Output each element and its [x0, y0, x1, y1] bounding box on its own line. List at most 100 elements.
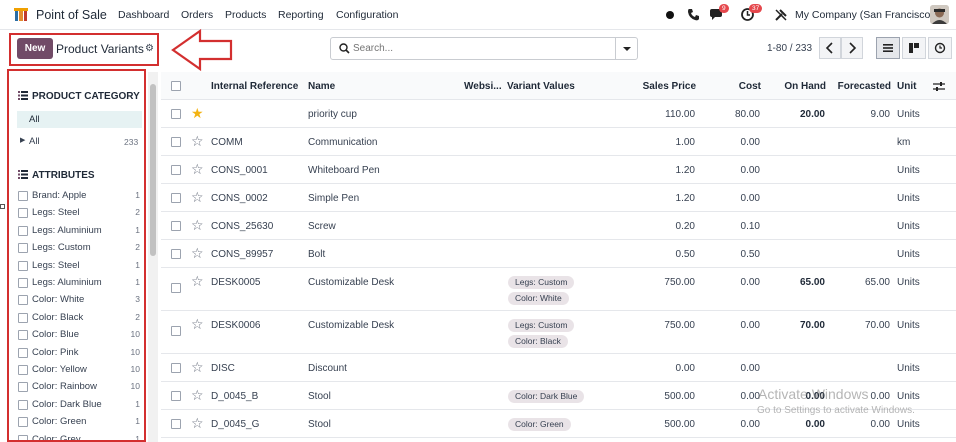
menu-configuration[interactable]: Configuration	[336, 9, 398, 21]
column-name[interactable]: Name	[308, 81, 335, 92]
table-row[interactable]: ☆ DESK0006 Customizable Desk 750.00 0.00 70.0…	[161, 311, 956, 354]
select-all-checkbox[interactable]	[171, 81, 181, 91]
favorite-star-icon[interactable]: ☆	[191, 134, 204, 148]
favorite-star-icon[interactable]: ★	[191, 106, 204, 120]
pager-previous-button[interactable]	[819, 37, 841, 59]
cell-sales-price[interactable]: 1.00	[631, 137, 695, 148]
activity-view-button[interactable]	[928, 37, 952, 59]
app-name[interactable]: Point of Sale	[36, 8, 107, 22]
cell-name[interactable]: Customizable Desk	[308, 277, 394, 288]
row-checkbox[interactable]	[171, 283, 181, 293]
cell-internal-reference[interactable]: COMM	[211, 137, 243, 148]
search-options-toggle[interactable]	[615, 38, 637, 59]
column-website[interactable]: Websi...	[464, 81, 502, 92]
cell-sales-price[interactable]: 500.00	[631, 419, 695, 430]
menu-orders[interactable]: Orders	[181, 9, 213, 21]
cell-on-hand[interactable]: 70.00	[771, 320, 825, 331]
cell-name[interactable]: Screw	[308, 221, 336, 232]
column-sales-price[interactable]: Sales Price	[631, 81, 696, 92]
cell-name[interactable]: priority cup	[308, 109, 357, 120]
table-row[interactable]: ☆ CONS_0002 Simple Pen 1.20 0.00 Units	[161, 184, 956, 212]
cell-name[interactable]: Simple Pen	[308, 193, 359, 204]
row-checkbox[interactable]	[171, 249, 181, 259]
cell-internal-reference[interactable]: CONS_89957	[211, 249, 273, 260]
cell-name[interactable]: Discount	[308, 363, 347, 374]
cell-cost[interactable]: 0.00	[711, 137, 760, 148]
cell-internal-reference[interactable]: DESK0005	[211, 277, 260, 288]
cell-forecasted[interactable]: 70.00	[831, 320, 890, 331]
row-checkbox[interactable]	[171, 326, 181, 336]
row-checkbox[interactable]	[171, 109, 181, 119]
menu-reporting[interactable]: Reporting	[278, 9, 324, 21]
cell-unit[interactable]: Units	[897, 193, 920, 204]
kanban-view-button[interactable]	[902, 37, 926, 59]
cell-sales-price[interactable]: 0.20	[631, 221, 695, 232]
cell-internal-reference[interactable]: D_0045_G	[211, 419, 259, 430]
cell-cost[interactable]: 0.00	[711, 277, 760, 288]
cell-cost[interactable]: 0.00	[711, 193, 760, 204]
favorite-star-icon[interactable]: ☆	[191, 416, 204, 430]
favorite-star-icon[interactable]: ☆	[191, 317, 204, 331]
cell-cost[interactable]: 0.00	[711, 320, 760, 331]
cell-name[interactable]: Bolt	[308, 249, 325, 260]
cell-forecasted[interactable]: 65.00	[831, 277, 890, 288]
table-row[interactable]: ☆ CONS_0001 Whiteboard Pen 1.20 0.00 Units	[161, 156, 956, 184]
column-cost[interactable]: Cost	[711, 81, 761, 92]
resize-handle[interactable]	[0, 204, 5, 209]
cell-unit[interactable]: Units	[897, 363, 920, 374]
cell-unit[interactable]: Units	[897, 391, 920, 402]
cell-cost[interactable]: 80.00	[711, 109, 760, 120]
cell-sales-price[interactable]: 0.50	[631, 249, 695, 260]
phone-icon[interactable]	[687, 8, 699, 22]
table-row[interactable]: ☆ CONS_25630 Screw 0.20 0.10 Units	[161, 212, 956, 240]
favorite-star-icon[interactable]: ☆	[191, 274, 204, 288]
cell-unit[interactable]: Units	[897, 419, 920, 430]
table-row[interactable]: ☆ DESK0005 Customizable Desk 750.00 0.00 65.0…	[161, 268, 956, 311]
cell-cost[interactable]: 0.50	[711, 249, 760, 260]
favorite-star-icon[interactable]: ☆	[191, 360, 204, 374]
cell-name[interactable]: Communication	[308, 137, 377, 148]
menu-products[interactable]: Products	[225, 9, 266, 21]
gear-icon[interactable]: ⚙	[145, 43, 154, 54]
row-checkbox[interactable]	[171, 193, 181, 203]
tools-icon[interactable]	[775, 9, 787, 21]
cell-sales-price[interactable]: 0.00	[631, 363, 695, 374]
cell-unit[interactable]: Units	[897, 109, 920, 120]
cell-sales-price[interactable]: 500.00	[631, 391, 695, 402]
column-internal-reference[interactable]: Internal Reference	[211, 81, 298, 92]
cell-forecasted[interactable]: 0.00	[831, 419, 890, 430]
cell-cost[interactable]: 0.00	[711, 391, 760, 402]
row-checkbox[interactable]	[171, 419, 181, 429]
column-variant-values[interactable]: Variant Values	[507, 81, 575, 92]
cell-unit[interactable]: Units	[897, 221, 920, 232]
cell-internal-reference[interactable]: CONS_25630	[211, 221, 273, 232]
favorite-star-icon[interactable]: ☆	[191, 246, 204, 260]
cell-internal-reference[interactable]: CONS_0001	[211, 165, 268, 176]
user-avatar[interactable]	[930, 5, 949, 24]
status-dot-icon[interactable]	[666, 11, 674, 19]
row-checkbox[interactable]	[171, 165, 181, 175]
cell-on-hand[interactable]: 65.00	[771, 277, 825, 288]
cell-cost[interactable]: 0.00	[711, 165, 760, 176]
cell-unit[interactable]: Units	[897, 277, 920, 288]
cell-name[interactable]: Stool	[308, 391, 331, 402]
favorite-star-icon[interactable]: ☆	[191, 388, 204, 402]
table-row[interactable]: ★ priority cup 110.00 80.00 20.00 9.00 Units	[161, 100, 956, 128]
cell-internal-reference[interactable]: CONS_0002	[211, 193, 268, 204]
favorite-star-icon[interactable]: ☆	[191, 162, 204, 176]
cell-internal-reference[interactable]: DISC	[211, 363, 235, 374]
cell-on-hand[interactable]: 0.00	[771, 419, 825, 430]
table-row[interactable]: ☆ COMM Communication 1.00 0.00 km	[161, 128, 956, 156]
cell-name[interactable]: Stool	[308, 419, 331, 430]
pos-app-icon[interactable]	[14, 8, 28, 21]
cell-unit[interactable]: Units	[897, 320, 920, 331]
row-checkbox[interactable]	[171, 137, 181, 147]
column-unit[interactable]: Unit	[897, 81, 916, 92]
cell-internal-reference[interactable]: D_0045_B	[211, 391, 258, 402]
row-checkbox[interactable]	[171, 363, 181, 373]
pager-next-button[interactable]	[841, 37, 863, 59]
menu-dashboard[interactable]: Dashboard	[118, 9, 169, 21]
sidebar-scrollbar-thumb[interactable]	[150, 84, 156, 256]
search-bar[interactable]	[330, 37, 638, 60]
favorite-star-icon[interactable]: ☆	[191, 190, 204, 204]
